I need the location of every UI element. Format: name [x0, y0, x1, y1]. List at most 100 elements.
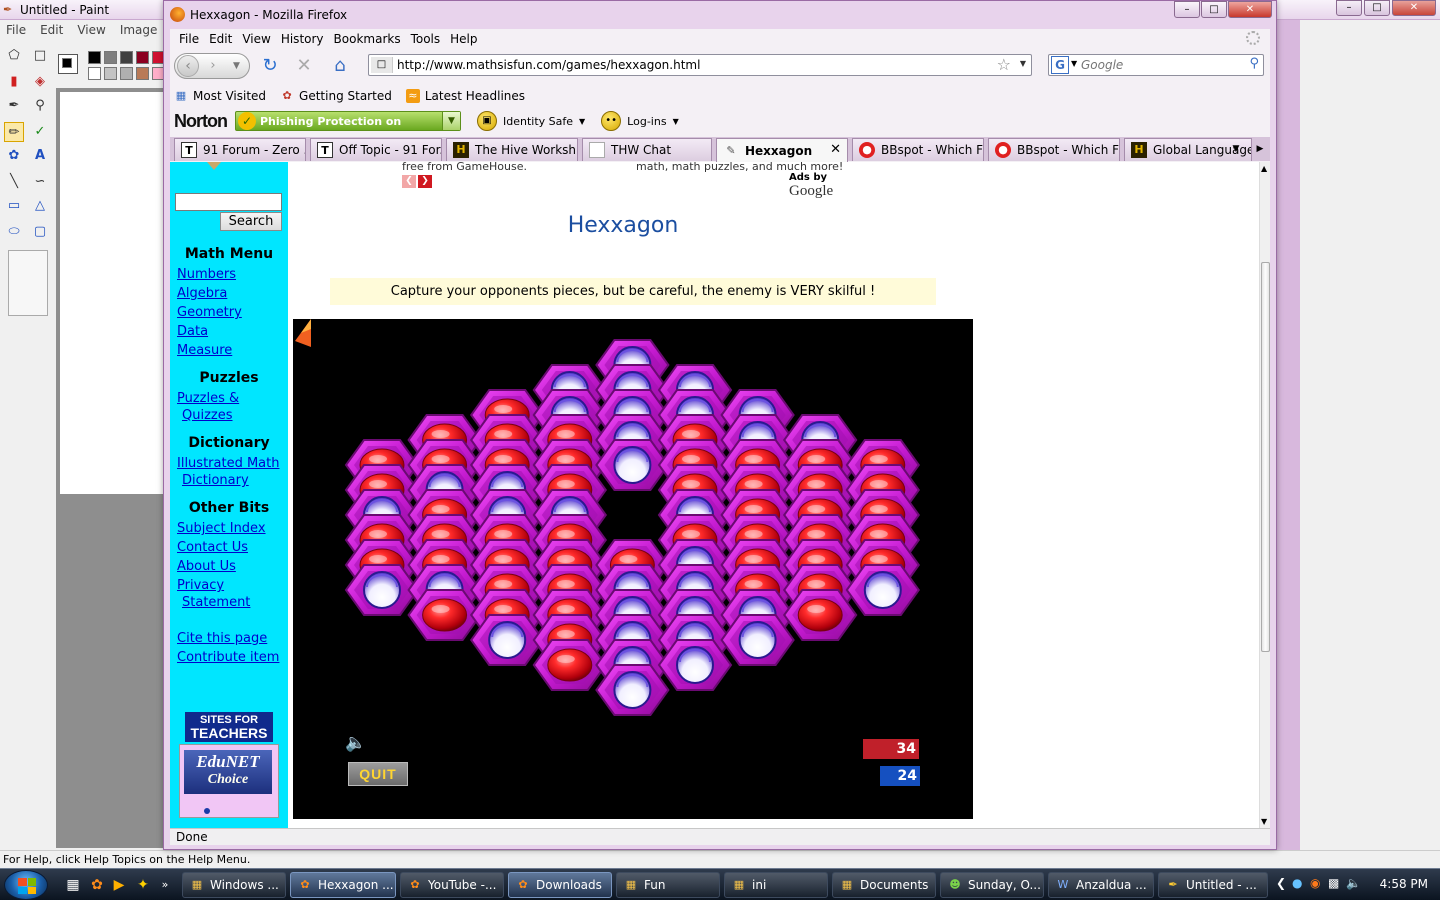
- taskbar-item-paint[interactable]: ✒ Untitled - ...: [1158, 872, 1268, 898]
- site-identity-icon[interactable]: □: [371, 57, 393, 73]
- scroll-thumb[interactable]: [1261, 262, 1270, 652]
- paint-menu-image[interactable]: Image: [120, 23, 158, 37]
- paint-menu-file[interactable]: File: [6, 23, 26, 37]
- swatch-silver[interactable]: [104, 67, 117, 80]
- taskbar-item-ini[interactable]: ▦ ini: [724, 872, 828, 898]
- swatch-maroon[interactable]: [136, 51, 149, 64]
- tool-options[interactable]: [8, 250, 48, 316]
- app-quicklaunch-icon[interactable]: ✦: [134, 876, 152, 894]
- chevron-down-icon[interactable]: ▼: [441, 112, 460, 130]
- link-privacy-statement[interactable]: Statement: [182, 594, 250, 611]
- link-about-us[interactable]: About Us: [177, 558, 236, 575]
- site-search-input[interactable]: [175, 193, 282, 211]
- scroll-down-icon[interactable]: ▼: [1261, 817, 1267, 826]
- taskbar-item-youtube[interactable]: ✿ YouTube -...: [400, 872, 504, 898]
- link-quizzes[interactable]: Quizzes: [182, 407, 233, 424]
- paint-menu-view[interactable]: View: [77, 23, 105, 37]
- link-measure[interactable]: Measure: [177, 342, 232, 359]
- firefox-title-bar[interactable]: Hexxagon - Mozilla Firefox – □ ✕: [164, 1, 1276, 29]
- link-data[interactable]: Data: [177, 323, 208, 340]
- magnifier-icon[interactable]: ⚲: [30, 96, 50, 116]
- rect-select-icon[interactable]: □: [30, 46, 50, 66]
- paint-minimize-button[interactable]: –: [1336, 0, 1362, 16]
- fill-icon[interactable]: ◈: [30, 72, 50, 92]
- firefox-minimize-button[interactable]: –: [1174, 1, 1200, 18]
- link-puzzles[interactable]: Puzzles &: [177, 390, 239, 407]
- taskbar-item-anzaldua[interactable]: W Anzaldua ...: [1048, 872, 1154, 898]
- norton-tray-icon[interactable]: ◉: [1310, 876, 1320, 890]
- taskbar-item-hexxagon[interactable]: ✿ Hexxagon ...: [290, 872, 396, 898]
- identity-safe-button[interactable]: ▣ Identity Safe ▼: [476, 111, 585, 131]
- back-button[interactable]: ‹: [177, 55, 199, 77]
- firefox-maximize-button[interactable]: □: [1201, 1, 1227, 18]
- free-select-icon[interactable]: ⬠: [4, 46, 24, 66]
- paint-maximize-button[interactable]: □: [1364, 0, 1390, 16]
- swatch-light-gray[interactable]: [120, 67, 133, 80]
- text-tool-icon[interactable]: A: [30, 146, 50, 166]
- pencil-icon[interactable]: ✏: [4, 122, 24, 142]
- bookmark-most-visited[interactable]: ▦ Most Visited: [174, 89, 266, 103]
- tab-off-topic[interactable]: T Off Topic - 91 For...: [310, 138, 442, 161]
- menu-bookmarks[interactable]: Bookmarks: [329, 32, 406, 46]
- link-algebra[interactable]: Algebra: [177, 285, 227, 302]
- firefox-quicklaunch-icon[interactable]: ✿: [88, 876, 106, 894]
- paint-canvas[interactable]: [60, 92, 166, 494]
- tab-bbspot-1[interactable]: ● BBspot - Which Fi...: [852, 138, 984, 161]
- paint-close-button[interactable]: ✕: [1392, 0, 1436, 16]
- link-subject-index[interactable]: Subject Index: [177, 520, 266, 537]
- home-icon[interactable]: ⌂: [328, 54, 352, 78]
- clock[interactable]: 4:58 PM: [1380, 877, 1428, 891]
- firefox-close-button[interactable]: ✕: [1228, 1, 1272, 18]
- menu-edit[interactable]: Edit: [204, 32, 237, 46]
- rounded-rect-icon[interactable]: ▢: [30, 222, 50, 242]
- rectangle-icon[interactable]: ▭: [4, 196, 24, 216]
- stop-icon[interactable]: ✕: [292, 54, 316, 78]
- volume-icon[interactable]: 🔈: [1346, 876, 1361, 890]
- forward-button[interactable]: ›: [203, 57, 223, 75]
- eraser-icon[interactable]: ▮: [4, 72, 24, 92]
- line-icon[interactable]: ╲: [4, 172, 24, 192]
- taskbar-item-downloads[interactable]: ✿ Downloads: [508, 872, 612, 898]
- sites-for-teachers-badge[interactable]: SITES FOR TEACHERS: [185, 712, 273, 742]
- more-quicklaunch-icon[interactable]: »: [156, 876, 174, 894]
- show-desktop-icon[interactable]: ▦: [64, 876, 82, 894]
- brush-icon[interactable]: ✓: [30, 122, 50, 142]
- edunet-choice-badge[interactable]: EduNET Choice: [179, 744, 279, 818]
- search-input[interactable]: [1081, 57, 1231, 73]
- swatch-brown[interactable]: [136, 67, 149, 80]
- menu-file[interactable]: File: [174, 32, 204, 46]
- tab-scroll-right-icon[interactable]: ▶: [1250, 139, 1270, 159]
- display-icon[interactable]: ▩: [1328, 876, 1339, 890]
- link-geometry[interactable]: Geometry: [177, 304, 242, 321]
- color-picker-icon[interactable]: ✒: [4, 96, 24, 116]
- menu-help[interactable]: Help: [445, 32, 482, 46]
- bookmark-star-icon[interactable]: ☆: [997, 55, 1011, 75]
- tab-bbspot-2[interactable]: ● BBspot - Which Fi...: [988, 138, 1120, 161]
- paint-menu-edit[interactable]: Edit: [40, 23, 63, 37]
- taskbar-item-sunday[interactable]: ☻ Sunday, O...: [940, 872, 1044, 898]
- tray-expand-icon[interactable]: ❮: [1276, 876, 1286, 890]
- bookmark-getting-started[interactable]: ✿ Getting Started: [280, 89, 391, 103]
- airbrush-icon[interactable]: ✿: [4, 146, 24, 166]
- tab-hive-workshop[interactable]: H The Hive Worksh...: [446, 138, 578, 161]
- engine-dropdown-icon[interactable]: ▼: [1071, 59, 1077, 68]
- network-icon[interactable]: ●: [1292, 876, 1302, 890]
- tab-thw-chat[interactable]: THW Chat: [582, 138, 712, 161]
- page-scrollbar[interactable]: ▲ ▼: [1259, 162, 1270, 828]
- ad-prev-icon[interactable]: ❮: [402, 175, 416, 188]
- link-contact-us[interactable]: Contact Us: [177, 539, 248, 556]
- link-contribute[interactable]: Contribute item: [177, 649, 279, 666]
- polygon-icon[interactable]: △: [30, 196, 50, 216]
- quit-button[interactable]: QUIT: [348, 762, 408, 786]
- reload-icon[interactable]: ↻: [258, 54, 282, 78]
- taskbar-item-fun[interactable]: ▦ Fun: [616, 872, 720, 898]
- google-engine-icon[interactable]: G: [1051, 56, 1069, 74]
- swatch-dark-gray[interactable]: [120, 51, 133, 64]
- link-privacy[interactable]: Privacy: [177, 577, 224, 594]
- swatch-black[interactable]: [88, 51, 101, 64]
- link-illustrated-math[interactable]: Illustrated Math: [177, 455, 279, 472]
- media-player-icon[interactable]: ▶: [110, 876, 128, 894]
- search-icon[interactable]: ⚲: [1249, 56, 1259, 71]
- speaker-icon[interactable]: 🔈: [345, 733, 369, 755]
- curve-icon[interactable]: ∽: [30, 172, 50, 192]
